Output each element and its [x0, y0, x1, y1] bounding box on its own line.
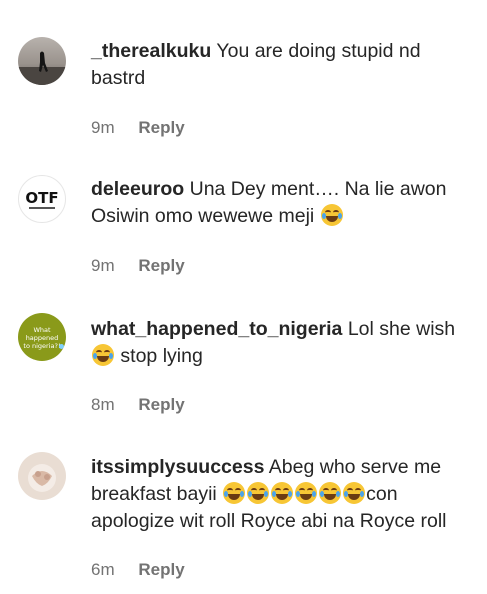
comment-username[interactable]: what_happened_to_nigeria: [91, 318, 342, 340]
tears-of-joy-emoji-icon: [343, 482, 366, 504]
comment-body: what_happened_to_nigeria Lol she wish st…: [91, 316, 476, 370]
comment-meta: 9m Reply: [91, 256, 185, 276]
avatar-logo-text: OTF: [25, 189, 58, 207]
comment-username[interactable]: itssimplysuuccess: [91, 456, 264, 478]
comment-username[interactable]: deleeuroo: [91, 178, 184, 200]
comment-username[interactable]: _therealkuku: [91, 40, 211, 62]
comment-item: _therealkuku You are doing stupid nd bas…: [0, 0, 487, 150]
comment-timestamp: 6m: [91, 560, 115, 579]
reply-button[interactable]: Reply: [138, 256, 184, 275]
comment-timestamp: 9m: [91, 256, 115, 275]
avatar[interactable]: [18, 37, 66, 85]
avatar-image: [18, 452, 66, 500]
comment-meta: 6m Reply: [91, 560, 185, 580]
comment-text: Lol she wish: [347, 318, 456, 340]
comment-timestamp: 9m: [91, 118, 115, 137]
otf-logo: OTF: [25, 189, 59, 209]
comment-body: deleeuroo Una Dey ment…. Na lie awon Osi…: [91, 176, 476, 230]
tears-of-joy-emoji-icon: [319, 482, 342, 504]
tears-of-joy-emoji-icon: [320, 204, 343, 226]
comment-meta: 9m Reply: [91, 118, 185, 138]
reply-button[interactable]: Reply: [138, 395, 184, 414]
avatar-image: [18, 37, 66, 85]
comment-body: itssimplysuuccess Abeg who serve me brea…: [91, 454, 476, 535]
avatar-dot-icon: [59, 344, 64, 349]
tears-of-joy-emoji-icon: [223, 482, 246, 504]
tears-of-joy-emoji-icon: [271, 482, 294, 504]
comment-item: OTF deleeuroo Una Dey ment…. Na lie awon…: [0, 150, 487, 290]
comment-body: _therealkuku You are doing stupid nd bas…: [91, 38, 476, 92]
comment-meta: 8m Reply: [91, 395, 185, 415]
comment-item: itssimplysuuccess Abeg who serve me brea…: [0, 430, 487, 594]
avatar-text: What happened to nigeria?!: [23, 326, 61, 350]
avatar[interactable]: [18, 452, 66, 500]
avatar[interactable]: OTF: [18, 175, 66, 223]
comment-text-after: stop lying: [120, 345, 203, 367]
tears-of-joy-emoji-icon: [295, 482, 318, 504]
tears-of-joy-emoji-icon: [247, 482, 270, 504]
tears-of-joy-emoji-icon: [92, 344, 114, 366]
reply-button[interactable]: Reply: [138, 118, 184, 137]
comment-timestamp: 8m: [91, 395, 115, 414]
avatar[interactable]: What happened to nigeria?!: [18, 313, 66, 361]
reply-button[interactable]: Reply: [138, 560, 184, 579]
comment-item: What happened to nigeria?! what_happened…: [0, 290, 487, 430]
